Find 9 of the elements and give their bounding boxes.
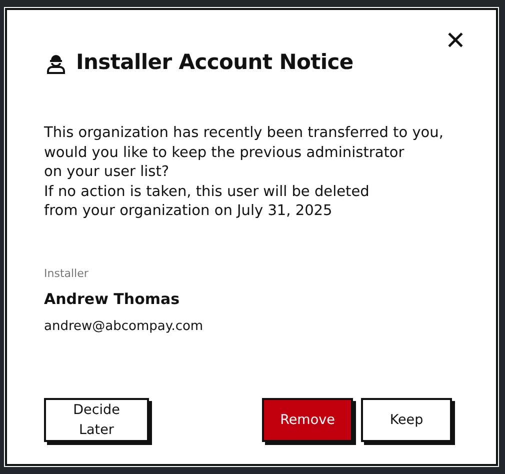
close-button[interactable]: ✕ xyxy=(441,24,470,57)
user-name: Andrew Thomas xyxy=(44,289,181,310)
decide-later-button[interactable]: Decide Later xyxy=(44,398,149,442)
role-label: Installer xyxy=(44,266,90,282)
user-email: andrew@abcompay.com xyxy=(44,318,204,336)
notice-message: This organization has recently been transferred to you, would you like to keep the previous administrator on your user list? If no action is taken, this user will be deleted from your organization on July 31, 2025 xyxy=(44,124,444,222)
remove-button[interactable]: Remove xyxy=(262,398,353,442)
dialog-title: Installer Account Notice xyxy=(76,50,354,76)
keep-button[interactable]: Keep xyxy=(361,398,452,442)
